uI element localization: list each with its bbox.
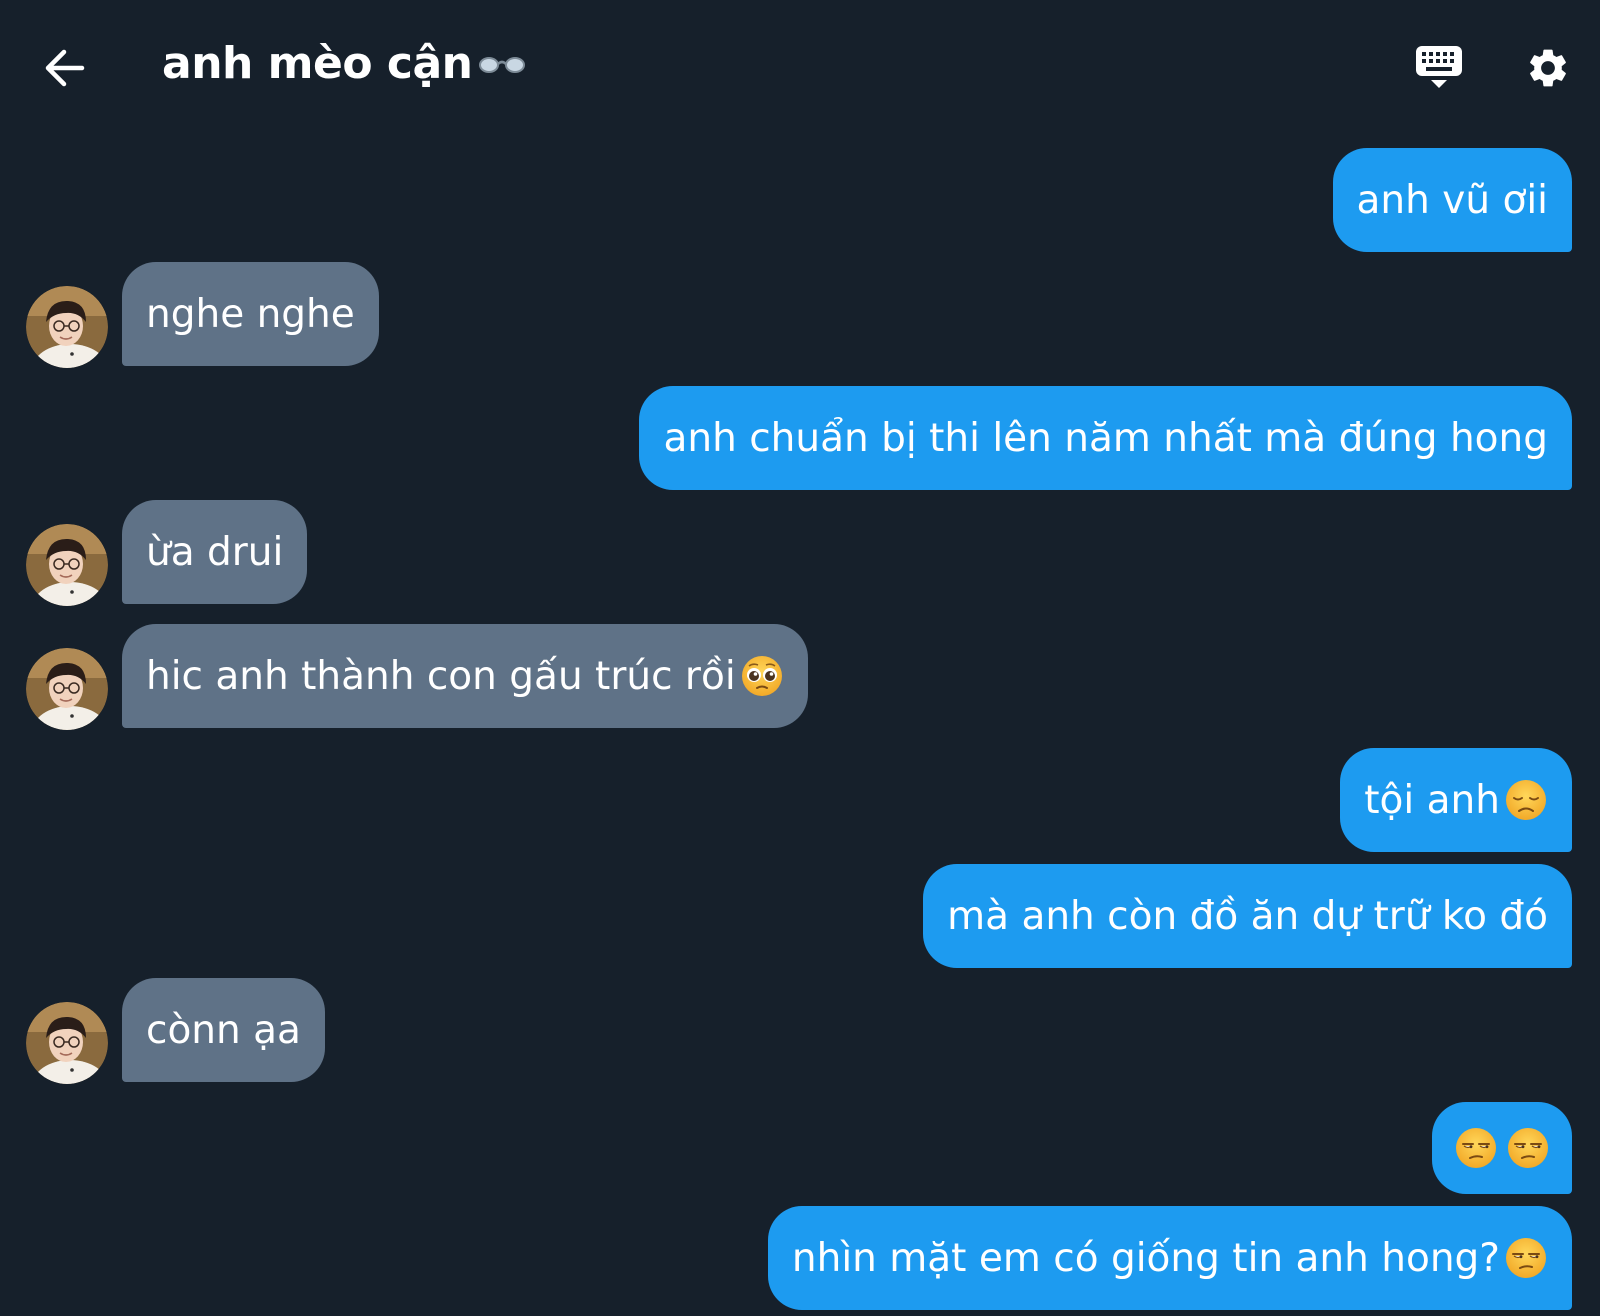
unamused-face-emoji-icon [1506,1126,1550,1170]
message-bubble-incoming[interactable]: nghe nghe [122,262,379,366]
chat-title[interactable]: anh mèo cận [162,38,525,89]
message-text: tội anh [1364,777,1500,823]
message-bubble-outgoing[interactable]: mà anh còn đồ ăn dự trữ ko đó [923,864,1572,968]
settings-button[interactable] [1520,40,1576,96]
message-text: hic anh thành con gấu trúc rồi [146,653,736,699]
keyboard-icon [1416,46,1462,88]
message-bubble-outgoing[interactable]: tội anh [1340,748,1572,852]
avatar[interactable] [26,648,108,730]
message-bubble-incoming[interactable]: hic anh thành con gấu trúc rồi [122,624,808,728]
message-bubble-outgoing[interactable] [1432,1102,1572,1194]
chat-header: anh mèo cận [0,0,1600,132]
message-bubble-incoming[interactable]: cònn ạa [122,978,325,1082]
avatar[interactable] [26,286,108,368]
message-bubble-outgoing[interactable]: anh chuẩn bị thi lên năm nhất mà đúng ho… [639,386,1572,490]
message-bubble-incoming[interactable]: ừa drui [122,500,308,604]
message-text: anh vũ ơii [1356,177,1548,223]
unamused-face-emoji-icon [1454,1126,1498,1170]
pleading-face-emoji-icon [740,654,784,698]
gear-icon [1530,49,1566,87]
message-text: nghe nghe [146,291,355,337]
back-button[interactable] [36,40,92,96]
message-bubble-outgoing[interactable]: anh vũ ơii [1332,148,1572,252]
back-arrow-icon [45,49,85,87]
message-text: cònn ạa [146,1007,301,1053]
message-text: mà anh còn đồ ăn dự trữ ko đó [947,893,1548,939]
avatar[interactable] [26,1002,108,1084]
avatar[interactable] [26,524,108,606]
message-text: ừa drui [146,529,284,575]
message-text: nhìn mặt em có giống tin anh hong? [791,1235,1500,1281]
unamused-face-emoji-icon [1504,1236,1548,1280]
message-bubble-outgoing[interactable]: nhìn mặt em có giống tin anh hong? [767,1206,1572,1310]
keyboard-button[interactable] [1410,40,1468,96]
glasses-icon [478,53,525,75]
disappointed-face-emoji-icon [1504,778,1548,822]
message-text: anh chuẩn bị thi lên năm nhất mà đúng ho… [663,415,1548,461]
chat-title-text: anh mèo cận [162,38,473,89]
